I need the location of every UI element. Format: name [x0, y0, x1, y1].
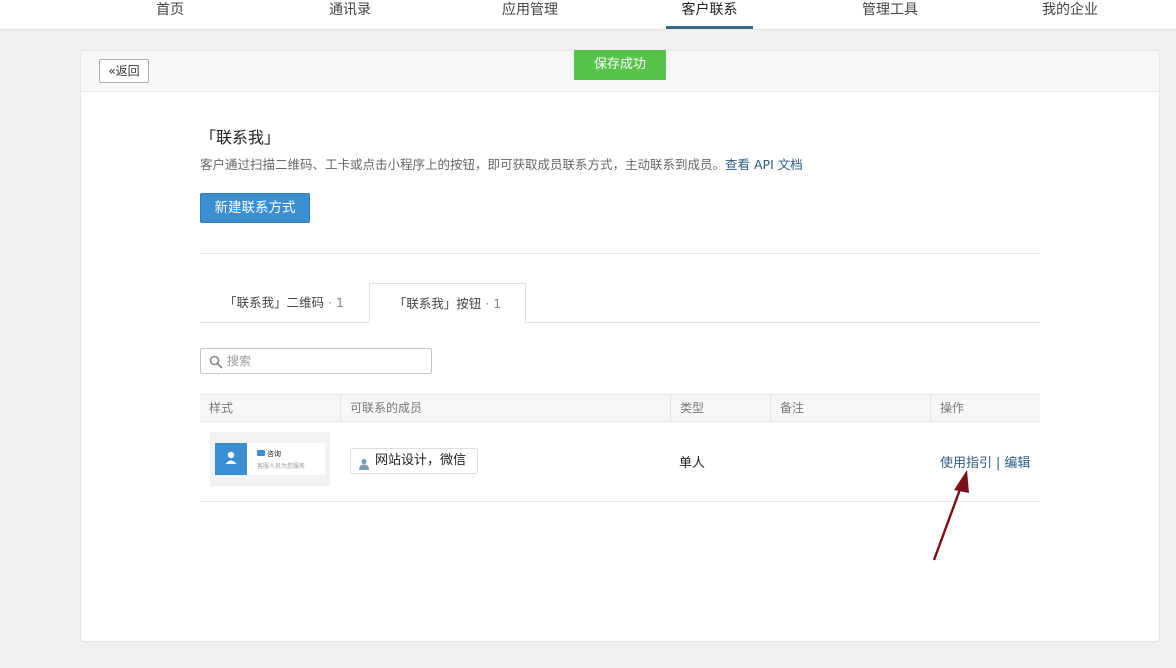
- nav-management-tools[interactable]: 管理工具: [850, 0, 930, 30]
- search-icon: [209, 354, 223, 373]
- nav-customer-contact[interactable]: 客户联系: [666, 0, 753, 30]
- action-separator: |: [996, 456, 1001, 471]
- preview-subtitle: 客服人员为您服务: [257, 463, 306, 470]
- nav-app-management[interactable]: 应用管理: [490, 0, 570, 30]
- back-label: 返回: [115, 64, 140, 78]
- footer-strip: [390, 660, 840, 668]
- tab-qrcode-label: 「联系我」二维码: [224, 295, 325, 310]
- type-value: 单人: [679, 456, 706, 471]
- preview-title: 咨询: [267, 450, 281, 458]
- table-header: 样式 可联系的成员 类型 备注 操作: [200, 394, 1040, 422]
- save-success-toast: 保存成功: [574, 50, 666, 80]
- col-type: 类型: [670, 395, 770, 421]
- divider: [200, 253, 1040, 254]
- search-input[interactable]: [227, 349, 427, 373]
- tab-qrcode-count: · 1: [328, 295, 344, 310]
- nav-home[interactable]: 首页: [140, 0, 200, 30]
- col-members: 可联系的成员: [340, 395, 670, 421]
- col-remark: 备注: [770, 395, 930, 421]
- preview-card: 咨询 客服人员为您服务: [215, 443, 325, 475]
- tab-button-count: · 1: [485, 296, 502, 311]
- member-name: 网站设计，微信: [375, 453, 467, 468]
- col-style: 样式: [209, 401, 234, 415]
- annotation-arrow-icon: [932, 470, 969, 561]
- page-description: 客户通过扫描二维码、工卡或点击小程序上的按钮，即可获取成员联系方式，主动联系到成…: [200, 154, 803, 173]
- double-chevron-left-icon: «: [108, 64, 116, 78]
- back-button[interactable]: «返回: [99, 59, 149, 83]
- page-title: 「联系我」: [200, 128, 281, 147]
- col-actions: 操作: [930, 395, 1040, 421]
- api-doc-link[interactable]: 查看 API 文档: [725, 157, 803, 172]
- nav-contacts[interactable]: 通讯录: [314, 0, 386, 30]
- user-avatar-icon: [215, 443, 247, 475]
- search-box: [200, 348, 432, 374]
- table-row: 咨询 客服人员为您服务 网站设计，微信 单人 使用指引 | 编辑: [200, 422, 1040, 502]
- tab-qrcode[interactable]: 「联系我」二维码 · 1: [200, 283, 368, 323]
- member-chip: 网站设计，微信: [350, 448, 478, 474]
- edit-link[interactable]: 编辑: [1004, 456, 1030, 471]
- description-text: 客户通过扫描二维码、工卡或点击小程序上的按钮，即可获取成员联系方式，主动联系到成…: [200, 157, 726, 172]
- tab-button[interactable]: 「联系我」按钮 · 1: [369, 283, 526, 323]
- chat-icon: [257, 450, 265, 456]
- style-preview: 咨询 客服人员为您服务: [210, 432, 330, 486]
- person-icon: [358, 455, 370, 479]
- nav-my-company[interactable]: 我的企业: [1030, 0, 1110, 30]
- top-nav: 首页 通讯录 应用管理 客户联系 管理工具 我的企业: [0, 0, 1176, 30]
- new-contact-method-button[interactable]: 新建联系方式: [200, 193, 310, 223]
- tab-button-label: 「联系我」按钮: [393, 296, 482, 311]
